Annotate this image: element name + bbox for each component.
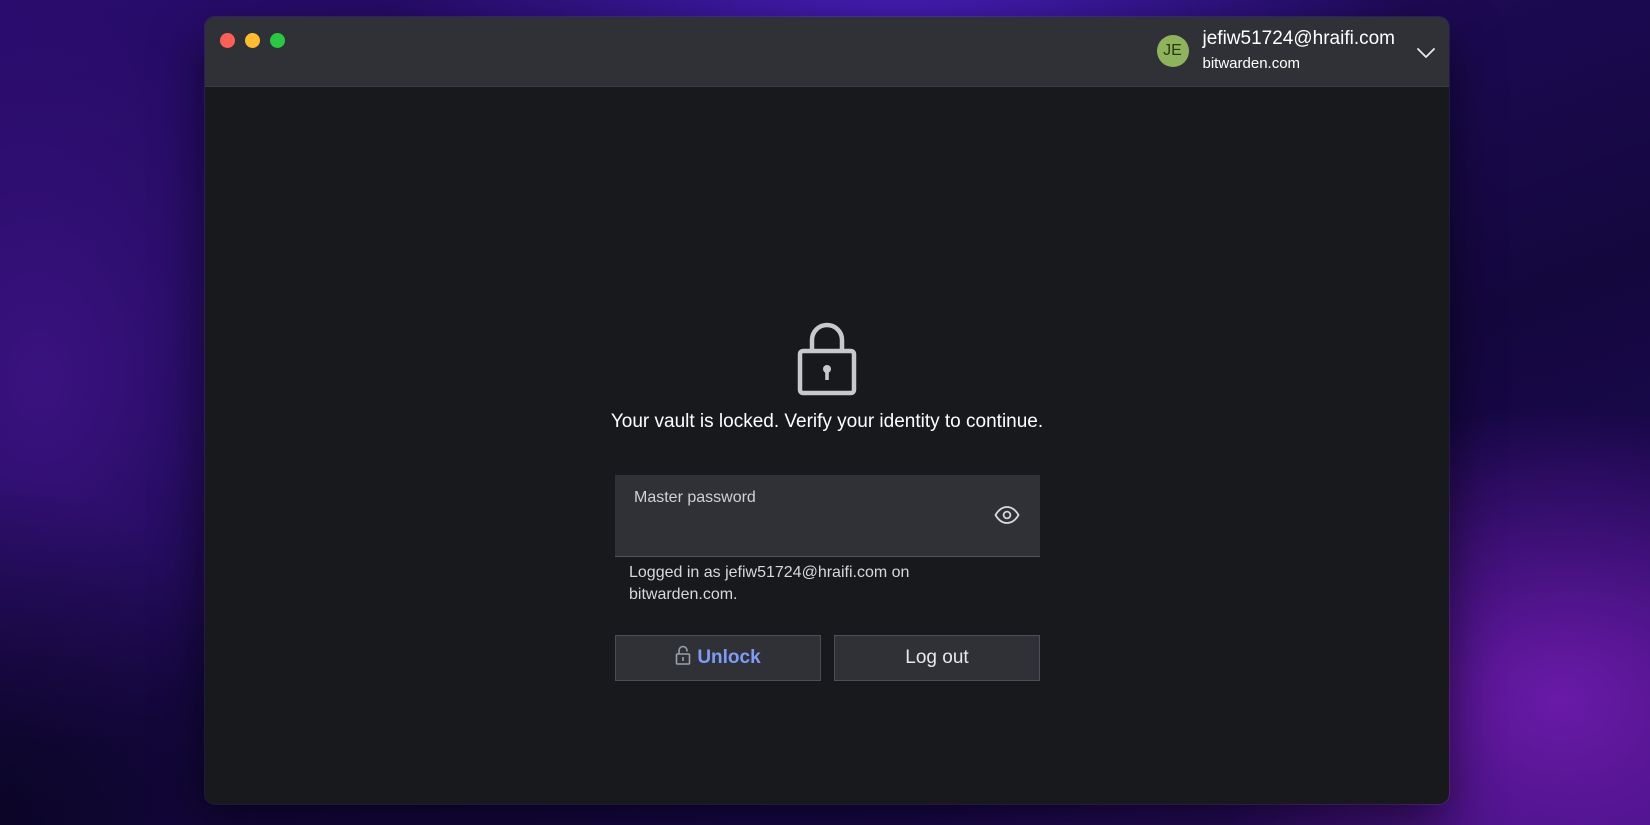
account-email: jefiw51724@hraifi.com [1202, 28, 1396, 49]
chevron-down-icon[interactable] [1415, 42, 1437, 64]
account-switcher[interactable]: JE jefiw51724@hraifi.com bitwarden.com [1156, 27, 1438, 75]
account-server: bitwarden.com [1202, 55, 1301, 72]
title-bar: JE jefiw51724@hraifi.com bitwarden.com [205, 17, 1449, 87]
logout-button[interactable]: Log out [834, 635, 1040, 681]
lock-screen: Your vault is locked. Verify your identi… [205, 87, 1449, 804]
app-window: JE jefiw51724@hraifi.com bitwarden.com Y… [205, 17, 1449, 804]
window-controls [220, 33, 285, 48]
logged-in-info: Logged in as jefiw51724@hraifi.com on bi… [629, 564, 910, 603]
master-password-input[interactable] [634, 519, 978, 545]
account-info: jefiw51724@hraifi.com bitwarden.com [1203, 27, 1396, 75]
minimize-window-button[interactable] [245, 33, 260, 48]
zoom-window-button[interactable] [270, 33, 285, 48]
master-password-label: Master password [634, 489, 756, 506]
master-password-field[interactable]: Master password [615, 475, 1040, 557]
unlock-button[interactable]: Unlock [615, 635, 821, 681]
lock-icon [797, 320, 857, 396]
close-window-button[interactable] [220, 33, 235, 48]
avatar: JE [1156, 35, 1189, 67]
eye-icon[interactable] [994, 504, 1020, 526]
lock-message: Your vault is locked. Verify your identi… [610, 411, 1044, 432]
logout-button-label: Log out [905, 647, 969, 668]
unlock-button-label: Unlock [697, 647, 761, 668]
unlock-icon [675, 645, 691, 671]
